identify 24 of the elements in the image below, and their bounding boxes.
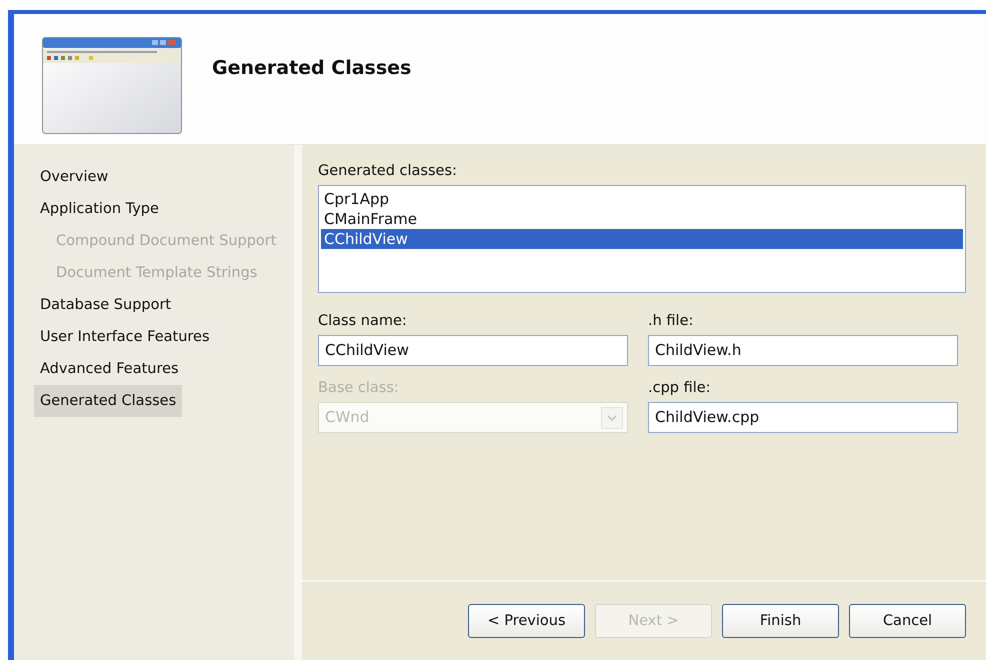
field-label: .cpp file:: [648, 380, 712, 396]
list-item[interactable]: Cpr1App: [321, 189, 963, 209]
dialog-button[interactable]: < Previous: [468, 604, 585, 638]
input-field[interactable]: ChildView.h: [648, 335, 958, 366]
field-label: Generated classes:: [318, 163, 458, 179]
dialog-button[interactable]: Cancel: [849, 604, 966, 638]
sidebar-item[interactable]: Application Type: [34, 193, 165, 225]
field-label: Class name:: [318, 313, 408, 329]
field-label: .h file:: [648, 313, 694, 329]
page-title: Generated Classes: [212, 57, 412, 79]
list-item[interactable]: CChildView: [321, 229, 963, 249]
classes-list[interactable]: Cpr1App CMainFrame CChildView: [318, 185, 966, 293]
sidebar-item[interactable]: Overview: [34, 161, 114, 193]
field-label: Base class:: [318, 380, 400, 396]
sidebar-item[interactable]: Generated Classes: [34, 385, 182, 417]
chevron-down-icon: [601, 406, 623, 428]
sidebar-item[interactable]: Database Support: [34, 289, 178, 321]
list-item[interactable]: CMainFrame: [321, 209, 963, 229]
sidebar-item[interactable]: Advanced Features: [34, 353, 185, 385]
sidebar-item[interactable]: User Interface Features: [34, 321, 216, 353]
input-field[interactable]: ChildView.cpp: [648, 402, 958, 433]
dialog-button[interactable]: Finish: [722, 604, 839, 638]
dropdown-value: CWnd: [325, 407, 370, 428]
input-field[interactable]: CChildView: [318, 335, 628, 366]
